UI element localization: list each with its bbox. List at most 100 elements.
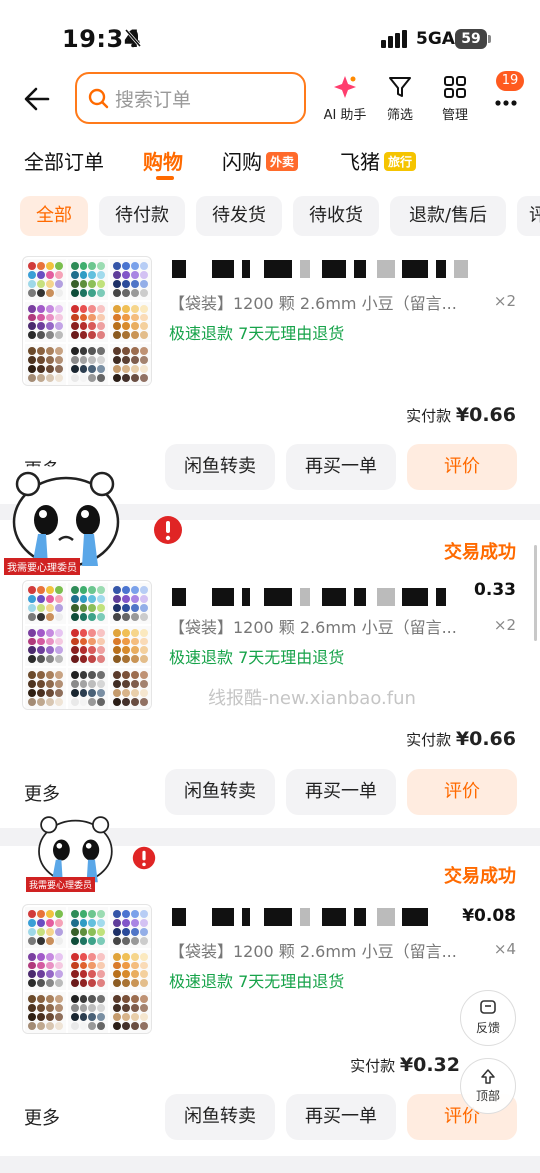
service-promise: 极速退款 7天无理由退货	[169, 648, 345, 667]
color-swatch	[28, 952, 36, 961]
manage-button[interactable]: 管理	[425, 72, 485, 128]
color-swatch	[54, 304, 63, 313]
color-swatch	[36, 961, 45, 970]
swatch-panel	[110, 992, 151, 1033]
color-swatch	[79, 936, 88, 945]
product-thumbnail[interactable]	[22, 580, 152, 710]
color-swatch	[70, 628, 79, 637]
color-swatch	[36, 304, 45, 313]
tab-shopping[interactable]: 购物	[143, 146, 183, 175]
resell-button[interactable]: 闲鱼转卖	[165, 769, 275, 815]
filter-button[interactable]: 筛选	[370, 72, 430, 128]
ai-assistant-button[interactable]: AI 助手	[315, 72, 375, 128]
color-swatch	[54, 680, 63, 689]
color-swatch	[131, 995, 140, 1004]
product-title-redacted[interactable]	[172, 260, 517, 282]
color-swatch	[79, 655, 88, 664]
color-swatch	[28, 1022, 36, 1030]
color-swatch	[97, 995, 106, 1004]
redaction-block	[242, 908, 250, 926]
color-swatch	[70, 952, 79, 961]
color-chart-image	[25, 259, 151, 385]
color-swatch	[70, 637, 79, 646]
buy-again-button[interactable]: 再买一单	[286, 1094, 396, 1140]
product-thumbnail[interactable]	[22, 256, 152, 386]
color-swatch	[79, 331, 88, 340]
filter-all[interactable]: 全部	[20, 196, 88, 236]
back-to-top-button[interactable]: 顶部	[460, 1058, 516, 1114]
color-swatch	[122, 637, 131, 646]
color-swatch	[140, 952, 148, 961]
color-swatch	[70, 698, 79, 706]
tab-flash-buy[interactable]: 闪购 外卖	[222, 146, 299, 175]
review-button[interactable]: 评价	[407, 444, 517, 490]
color-swatch	[88, 1013, 97, 1022]
color-swatch	[140, 347, 148, 356]
product-title-redacted[interactable]	[172, 588, 462, 610]
buy-again-button[interactable]: 再买一单	[286, 444, 396, 490]
scrollbar[interactable]	[534, 545, 537, 641]
color-swatch	[70, 288, 79, 297]
redaction-block	[322, 908, 346, 926]
resell-button[interactable]: 闲鱼转卖	[165, 444, 275, 490]
color-swatch	[131, 936, 140, 945]
color-swatch	[88, 270, 97, 279]
filter-pending-receipt[interactable]: 待收货	[293, 196, 379, 236]
color-swatch	[45, 689, 54, 698]
battery-level: 59	[455, 29, 487, 49]
color-swatch	[122, 374, 131, 382]
back-arrow-icon[interactable]	[22, 84, 52, 114]
swatch-panel	[110, 668, 151, 709]
color-swatch	[70, 586, 79, 594]
resell-button[interactable]: 闲鱼转卖	[165, 1094, 275, 1140]
review-button[interactable]: 评价	[407, 769, 517, 815]
color-swatch	[28, 995, 36, 1004]
color-swatch	[79, 1013, 88, 1022]
color-swatch	[122, 1013, 131, 1022]
filter-pending-payment[interactable]: 待付款	[99, 196, 185, 236]
sticker-caption: 我需要心理委员	[26, 877, 96, 892]
tab-flash-buy-label: 闪购	[222, 150, 262, 174]
color-swatch	[97, 698, 106, 706]
color-swatch	[79, 356, 88, 365]
color-swatch	[36, 628, 45, 637]
tab-all-orders[interactable]: 全部订单	[24, 146, 104, 175]
filter-review[interactable]: 评	[517, 196, 540, 236]
unit-price: 0.33	[474, 580, 516, 600]
manage-label: 管理	[441, 108, 468, 123]
tab-fliggy[interactable]: 飞猪 旅行	[340, 146, 417, 175]
crying-bear-sticker: 我需要心理委员	[24, 815, 124, 895]
more-link[interactable]: 更多	[24, 780, 60, 806]
color-swatch	[88, 979, 97, 988]
color-swatch	[54, 1013, 63, 1022]
feedback-button[interactable]: 反馈	[460, 990, 516, 1046]
color-swatch	[88, 961, 97, 970]
color-swatch	[54, 936, 63, 945]
redaction-block	[264, 908, 292, 926]
product-thumbnail[interactable]	[22, 904, 152, 1034]
color-swatch	[113, 952, 122, 961]
color-swatch	[54, 637, 63, 646]
buy-again-button[interactable]: 再买一单	[286, 769, 396, 815]
color-swatch	[28, 1004, 36, 1013]
product-title-redacted[interactable]	[172, 908, 442, 930]
color-swatch	[28, 1013, 36, 1022]
color-chart-image	[25, 583, 151, 709]
color-swatch	[79, 304, 88, 313]
color-swatch	[28, 646, 36, 655]
color-swatch	[122, 347, 131, 356]
more-link[interactable]: 更多	[24, 1104, 60, 1130]
color-swatch	[54, 918, 63, 927]
bell-muted-icon	[124, 29, 142, 48]
filter-refund-aftersale[interactable]: 退款/售后	[390, 196, 506, 236]
color-swatch	[36, 910, 45, 918]
filter-pending-shipment[interactable]: 待发货	[196, 196, 282, 236]
color-swatch	[88, 646, 97, 655]
color-swatch	[131, 365, 140, 374]
color-swatch	[97, 671, 106, 680]
color-swatch	[54, 970, 63, 979]
color-swatch	[45, 655, 54, 664]
paid-amount: ¥0.32	[399, 1054, 460, 1076]
search-input[interactable]: 搜索订单	[75, 72, 306, 124]
color-swatch	[140, 927, 148, 936]
